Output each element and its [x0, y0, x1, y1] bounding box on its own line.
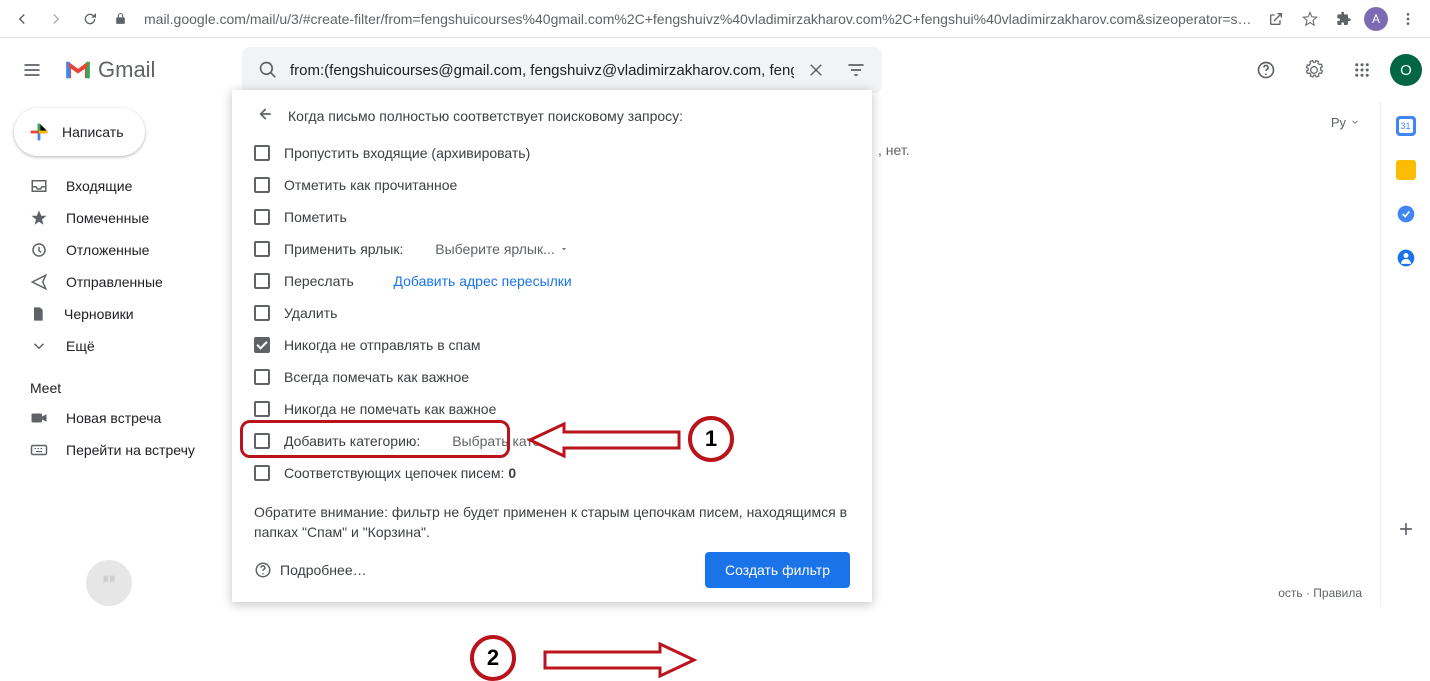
checkbox[interactable]	[254, 209, 270, 225]
keep-icon[interactable]	[1396, 160, 1416, 180]
checkbox[interactable]	[254, 273, 270, 289]
option-archive[interactable]: Пропустить входящие (архивировать)	[254, 137, 850, 169]
annotation-number-2: 2	[470, 635, 516, 681]
sidebar-item-more[interactable]: Ещё	[8, 330, 238, 362]
sidebar: Написать Входящие Помеченные Отложенные …	[0, 102, 238, 606]
sidebar-item-snoozed[interactable]: Отложенные	[8, 234, 238, 266]
contacts-icon[interactable]	[1396, 248, 1416, 268]
option-never-important[interactable]: Никогда не помечать как важное	[254, 393, 850, 425]
option-label[interactable]: Применить ярлык: Выберите ярлык...	[254, 233, 850, 265]
calendar-icon[interactable]: 31	[1396, 116, 1416, 136]
annotation-number-1: 1	[688, 416, 734, 462]
option-mark-read[interactable]: Отметить как прочитанное	[254, 169, 850, 201]
search-icon[interactable]	[248, 60, 288, 80]
sidebar-item-inbox[interactable]: Входящие	[8, 170, 238, 202]
checkbox[interactable]	[254, 369, 270, 385]
send-icon	[30, 273, 48, 291]
chevron-down-icon	[30, 337, 48, 355]
forward-button[interactable]	[42, 5, 70, 33]
annotation-arrow-2	[540, 640, 700, 680]
checkbox[interactable]	[254, 401, 270, 417]
clock-icon	[30, 241, 48, 259]
option-never-spam[interactable]: Никогда не отправлять в спам	[254, 329, 850, 361]
clear-search-button[interactable]	[796, 61, 836, 79]
account-avatar[interactable]: O	[1390, 54, 1422, 86]
input-language-button[interactable]: Ру	[1331, 115, 1360, 130]
background-text: , нет.	[878, 142, 910, 158]
keyboard-icon	[30, 443, 48, 457]
compose-label: Написать	[62, 124, 123, 140]
extensions-icon[interactable]	[1330, 5, 1358, 33]
option-always-important[interactable]: Всегда помечать как важное	[254, 361, 850, 393]
option-apply-matching[interactable]: Соответствующих цепочек писем: 0	[254, 457, 850, 489]
gmail-logo[interactable]: Gmail	[64, 57, 234, 83]
footer-links[interactable]: ость · Правила	[1278, 586, 1362, 600]
get-addons-button[interactable]	[1396, 519, 1416, 542]
option-forward[interactable]: Переслать Добавить адрес пересылки	[254, 265, 850, 297]
bookmark-icon[interactable]	[1296, 5, 1324, 33]
brand-text: Gmail	[98, 57, 155, 83]
sidebar-item-sent[interactable]: Отправленные	[8, 266, 238, 298]
search-bar	[242, 47, 882, 93]
apps-button[interactable]	[1342, 50, 1382, 90]
label-select[interactable]: Выберите ярлык...	[435, 241, 569, 257]
create-filter-button[interactable]: Создать фильтр	[705, 552, 850, 588]
main-menu-button[interactable]	[8, 46, 56, 94]
option-star[interactable]: Пометить	[254, 201, 850, 233]
checkbox[interactable]	[254, 177, 270, 193]
sidebar-item-new-meeting[interactable]: Новая встреча	[8, 402, 238, 434]
sidebar-item-drafts[interactable]: Черновики	[8, 298, 238, 330]
sidebar-item-join-meeting[interactable]: Перейти на встречу	[8, 434, 238, 466]
settings-button[interactable]	[1294, 50, 1334, 90]
file-icon	[30, 305, 46, 323]
checkbox[interactable]	[254, 241, 270, 257]
popup-title: Когда письмо полностью соответствует пои…	[288, 108, 683, 124]
compose-button[interactable]: Написать	[14, 108, 145, 156]
url-bar[interactable]: mail.google.com/mail/u/3/#create-filter/…	[136, 11, 1256, 27]
tasks-icon[interactable]	[1396, 204, 1416, 224]
create-filter-popup: Когда письмо полностью соответствует пои…	[232, 90, 872, 602]
star-icon	[30, 209, 48, 227]
checkbox[interactable]	[254, 465, 270, 481]
option-delete[interactable]: Удалить	[254, 297, 850, 329]
checkbox[interactable]	[254, 305, 270, 321]
browser-toolbar: mail.google.com/mail/u/3/#create-filter/…	[0, 0, 1430, 38]
sidebar-item-starred[interactable]: Помеченные	[8, 202, 238, 234]
checkbox[interactable]	[254, 145, 270, 161]
reload-button[interactable]	[76, 5, 104, 33]
learn-more-link[interactable]: Подробнее…	[254, 561, 367, 579]
search-options-button[interactable]	[836, 60, 876, 80]
option-category[interactable]: Добавить категорию: Выбрать категорию...	[254, 425, 850, 457]
add-forward-link[interactable]: Добавить адрес пересылки	[393, 273, 571, 289]
popup-note: Обратите внимание: фильтр не будет приме…	[254, 503, 850, 542]
search-input[interactable]	[288, 61, 796, 80]
inbox-icon	[30, 177, 48, 195]
side-panel: 31	[1380, 102, 1430, 606]
back-button[interactable]	[8, 5, 36, 33]
lock-icon	[110, 12, 130, 25]
back-button[interactable]	[254, 104, 274, 127]
chrome-profile-avatar[interactable]: A	[1364, 7, 1388, 31]
share-icon[interactable]	[1262, 5, 1290, 33]
hangouts-button[interactable]	[86, 560, 132, 606]
meet-section-header: Meet	[8, 362, 238, 402]
category-select[interactable]: Выбрать категорию...	[452, 433, 605, 449]
support-button[interactable]	[1246, 50, 1286, 90]
chrome-menu-icon[interactable]	[1394, 5, 1422, 33]
checkbox[interactable]	[254, 433, 270, 449]
checkbox-checked[interactable]	[254, 337, 270, 353]
camera-icon	[30, 410, 48, 426]
